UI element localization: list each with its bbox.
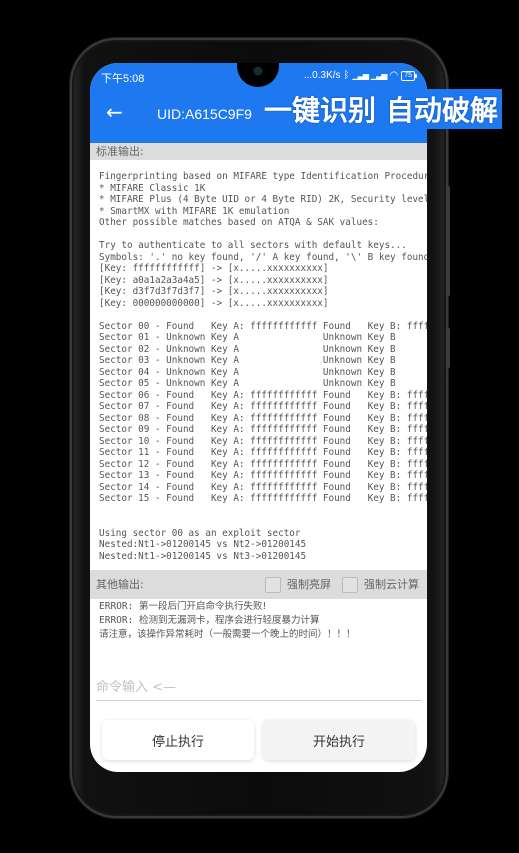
log-line: Nested:Nt1->01200145 vs Nt3->01200145	[99, 550, 307, 562]
log-line: [Key: 000000000000] -> [x.....xxxxxxxxxx…	[99, 297, 329, 309]
log-line: Fingerprinting based on MIFARE type Iden…	[99, 171, 427, 182]
log-line: Using sector 00 as an exploit sector	[99, 527, 301, 539]
force-cloud-checkbox[interactable]	[342, 576, 358, 593]
log-line: Try to authenticate to all sectors with …	[99, 240, 407, 251]
log-line: Sector 03 - Unknown Key A Unknown Key B	[99, 355, 396, 366]
power-button	[447, 328, 450, 368]
status-icons: ...0.3K/s ᛒ ▁▃▅ ▁▃▅ ◠ 75	[303, 70, 417, 81]
camera-icon	[254, 67, 262, 75]
log-line: Sector 14 - Found Key A: ffffffffffff Fo…	[99, 481, 427, 493]
status-time: 下午5:08	[101, 73, 145, 85]
arrow-left-icon[interactable]: ←	[106, 102, 123, 122]
volume-button	[447, 186, 450, 296]
standard-output-log: Fingerprinting based on MIFARE type Iden…	[99, 171, 427, 562]
log-line: Sector 02 - Unknown Key A Unknown Key B	[99, 343, 396, 355]
signal-hd-icon: ▁▃▅	[371, 71, 388, 80]
force-cloud-label: 强制云计算	[364, 578, 419, 591]
start-button[interactable]: 开始执行	[263, 720, 415, 760]
standard-output-header: 标准输出:	[90, 143, 427, 160]
error-line: ERROR: 第一段后门开启命令执行失败!	[99, 601, 267, 612]
banner-text-2: 自动破解	[384, 89, 503, 129]
signal-hd-icon: ▁▃▅	[352, 71, 370, 80]
promo-banner: 一键识别 自动破解	[264, 89, 503, 129]
other-output-log: ERROR: 第一段后门开启命令执行失败! ERROR: 检测到无漏洞卡，程序会…	[99, 600, 424, 642]
force-screen-on-label: 强制亮屏	[287, 578, 331, 591]
log-line: Sector 01 - Unknown Key A Unknown Key B	[99, 332, 396, 343]
force-screen-on-toggle[interactable]: 强制亮屏	[265, 570, 331, 599]
other-output-label: 其他输出:	[96, 578, 144, 591]
battery-icon: 75	[401, 70, 417, 81]
bluetooth-icon: ᛒ	[343, 70, 350, 81]
command-input[interactable]	[96, 675, 422, 701]
log-line: Sector 04 - Unknown Key A Unknown Key B	[99, 366, 396, 378]
log-line: Sector 12 - Found Key A: ffffffffffff Fo…	[99, 458, 427, 470]
log-line: Sector 10 - Found Key A: ffffffffffff Fo…	[99, 435, 427, 447]
stop-button[interactable]: 停止执行	[102, 720, 254, 760]
net-speed: ...0.3K/s	[303, 70, 341, 81]
banner-text-1: 一键识别	[264, 94, 377, 127]
other-output-header: 其他输出: 强制亮屏 强制云计算	[90, 570, 427, 599]
wifi-icon: ◠	[389, 70, 399, 81]
log-line: Nested:Nt1->01200145 vs Nt2->01200145	[99, 539, 307, 550]
log-line: * SmartMX with MIFARE 1K emulation	[99, 205, 290, 217]
log-line: * MIFARE Plus (4 Byte UID or 4 Byte RID)…	[99, 194, 427, 205]
log-line: Sector 00 - Found Key A: ffffffffffff Fo…	[99, 320, 427, 332]
force-cloud-toggle[interactable]: 强制云计算	[342, 570, 419, 599]
log-line: Other possible matches based on ATQA & S…	[99, 217, 379, 228]
log-line: Sector 11 - Found Key A: ffffffffffff Fo…	[99, 447, 427, 458]
app-screen: 下午5:08 ...0.3K/s ᛒ ▁▃▅ ▁▃▅ ◠ 75 ← UID:A6…	[90, 63, 427, 772]
log-line: [Key: d3f7d3f7d3f7] -> [x.....xxxxxxxxxx…	[99, 286, 329, 297]
warning-line: 请注意，该操作异常耗时（一般需要一个晚上的时间）！！！	[99, 629, 356, 640]
log-line: [Key: a0a1a2a3a4a5] -> [x.....xxxxxxxxxx…	[99, 274, 329, 286]
log-line: * MIFARE Classic 1K	[99, 182, 206, 194]
log-line: Sector 06 - Found Key A: ffffffffffff Fo…	[99, 389, 427, 401]
log-line: Sector 07 - Found Key A: ffffffffffff Fo…	[99, 401, 427, 412]
log-line: Symbols: '.' no key found, '/' A key fou…	[99, 251, 427, 263]
log-line: Sector 09 - Found Key A: ffffffffffff Fo…	[99, 424, 427, 435]
force-screen-on-checkbox[interactable]	[265, 576, 281, 593]
log-line: Sector 05 - Unknown Key A Unknown Key B	[99, 378, 396, 389]
log-line: Sector 08 - Found Key A: ffffffffffff Fo…	[99, 412, 427, 424]
log-line: Sector 15 - Found Key A: ffffffffffff Fo…	[99, 493, 427, 504]
log-line: Sector 13 - Found Key A: ffffffffffff Fo…	[99, 470, 427, 481]
log-line: [Key: ffffffffffff] -> [x.....xxxxxxxxxx…	[99, 263, 329, 274]
error-line: ERROR: 检测到无漏洞卡，程序会进行轻度暴力计算	[99, 615, 320, 626]
page-title: UID:A615C9F9	[157, 106, 252, 122]
